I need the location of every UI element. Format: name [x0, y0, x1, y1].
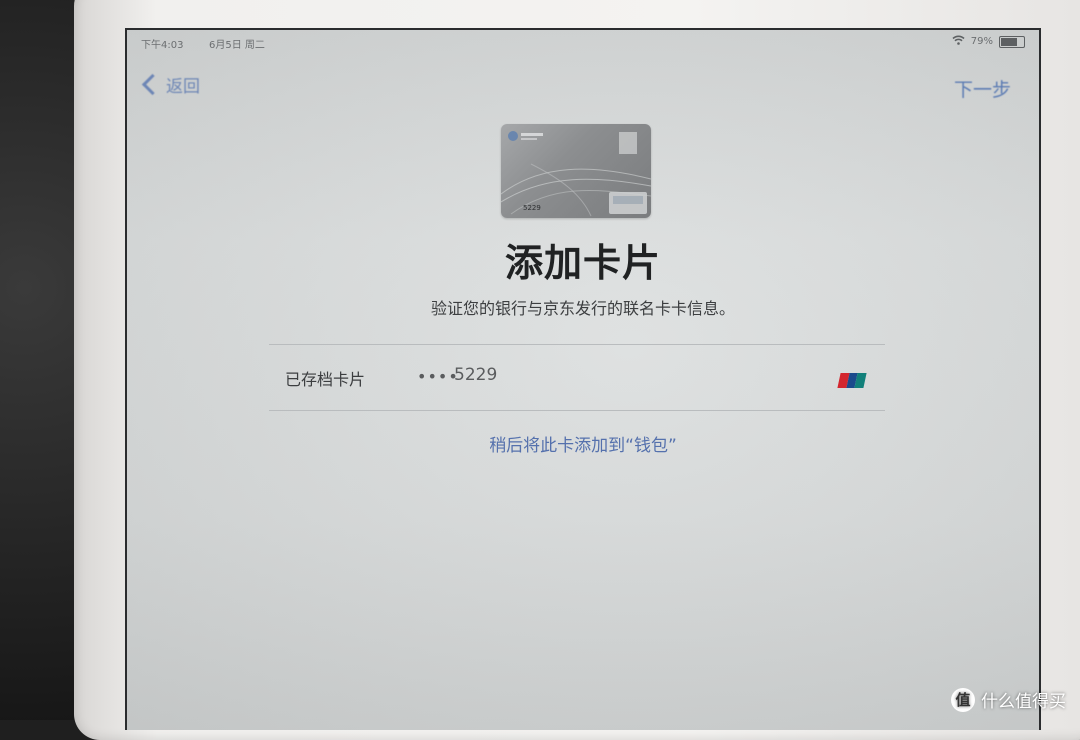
watermark: 值 什么值得买 [951, 687, 1066, 712]
unionpay-icon [837, 373, 867, 388]
watermark-text: 什么值得买 [981, 692, 1066, 712]
page-title: 添加卡片 [504, 241, 661, 285]
add-later-link[interactable]: 稍后将此卡添加到“钱包” [127, 431, 1039, 456]
tablet-screen: 下午4:03 6月5日 周二 79% 返回 下一步 5229 添加卡片 验证您的… [125, 28, 1041, 730]
saved-card-label: 已存档卡片 [285, 370, 366, 389]
divider-top [269, 344, 885, 345]
card-last-digits: 5229 [454, 365, 498, 385]
status-time: 下午4:03 [141, 40, 184, 51]
battery-icon [999, 35, 1025, 48]
battery-fill [1001, 37, 1017, 46]
status-bar: 下午4:03 6月5日 周二 79% [127, 30, 1039, 52]
card-image-number: 5229 [523, 204, 541, 212]
next-button[interactable]: 下一步 [954, 75, 1011, 102]
battery-percent: 79% [970, 36, 993, 47]
watermark-logo-icon: 值 [951, 687, 975, 712]
card-image: 5229 [501, 124, 651, 218]
chevron-left-icon [141, 73, 164, 96]
wifi-icon [952, 35, 965, 48]
back-label: 返回 [166, 77, 200, 97]
status-right: 79% [952, 35, 1025, 48]
divider-bottom [269, 410, 885, 411]
back-button[interactable]: 返回 [141, 72, 200, 97]
card-mask-dots: •••• [417, 367, 459, 386]
page-subtitle: 验证您的银行与京东发行的联名卡卡信息。 [430, 299, 735, 318]
status-date: 6月5日 周二 [209, 40, 265, 51]
background-fabric [0, 0, 80, 720]
